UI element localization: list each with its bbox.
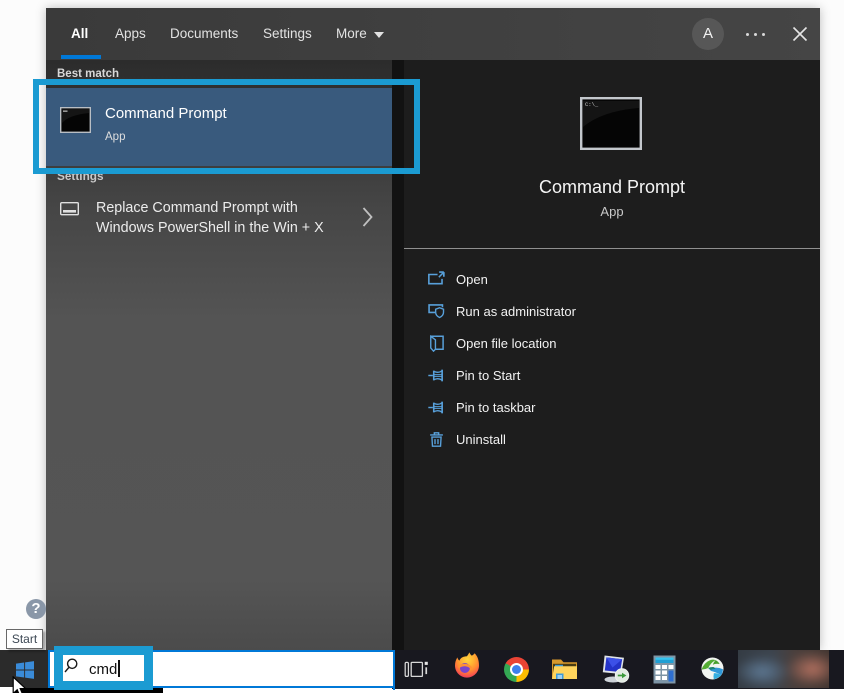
svg-text:C:\_: C:\_ [585, 101, 599, 108]
